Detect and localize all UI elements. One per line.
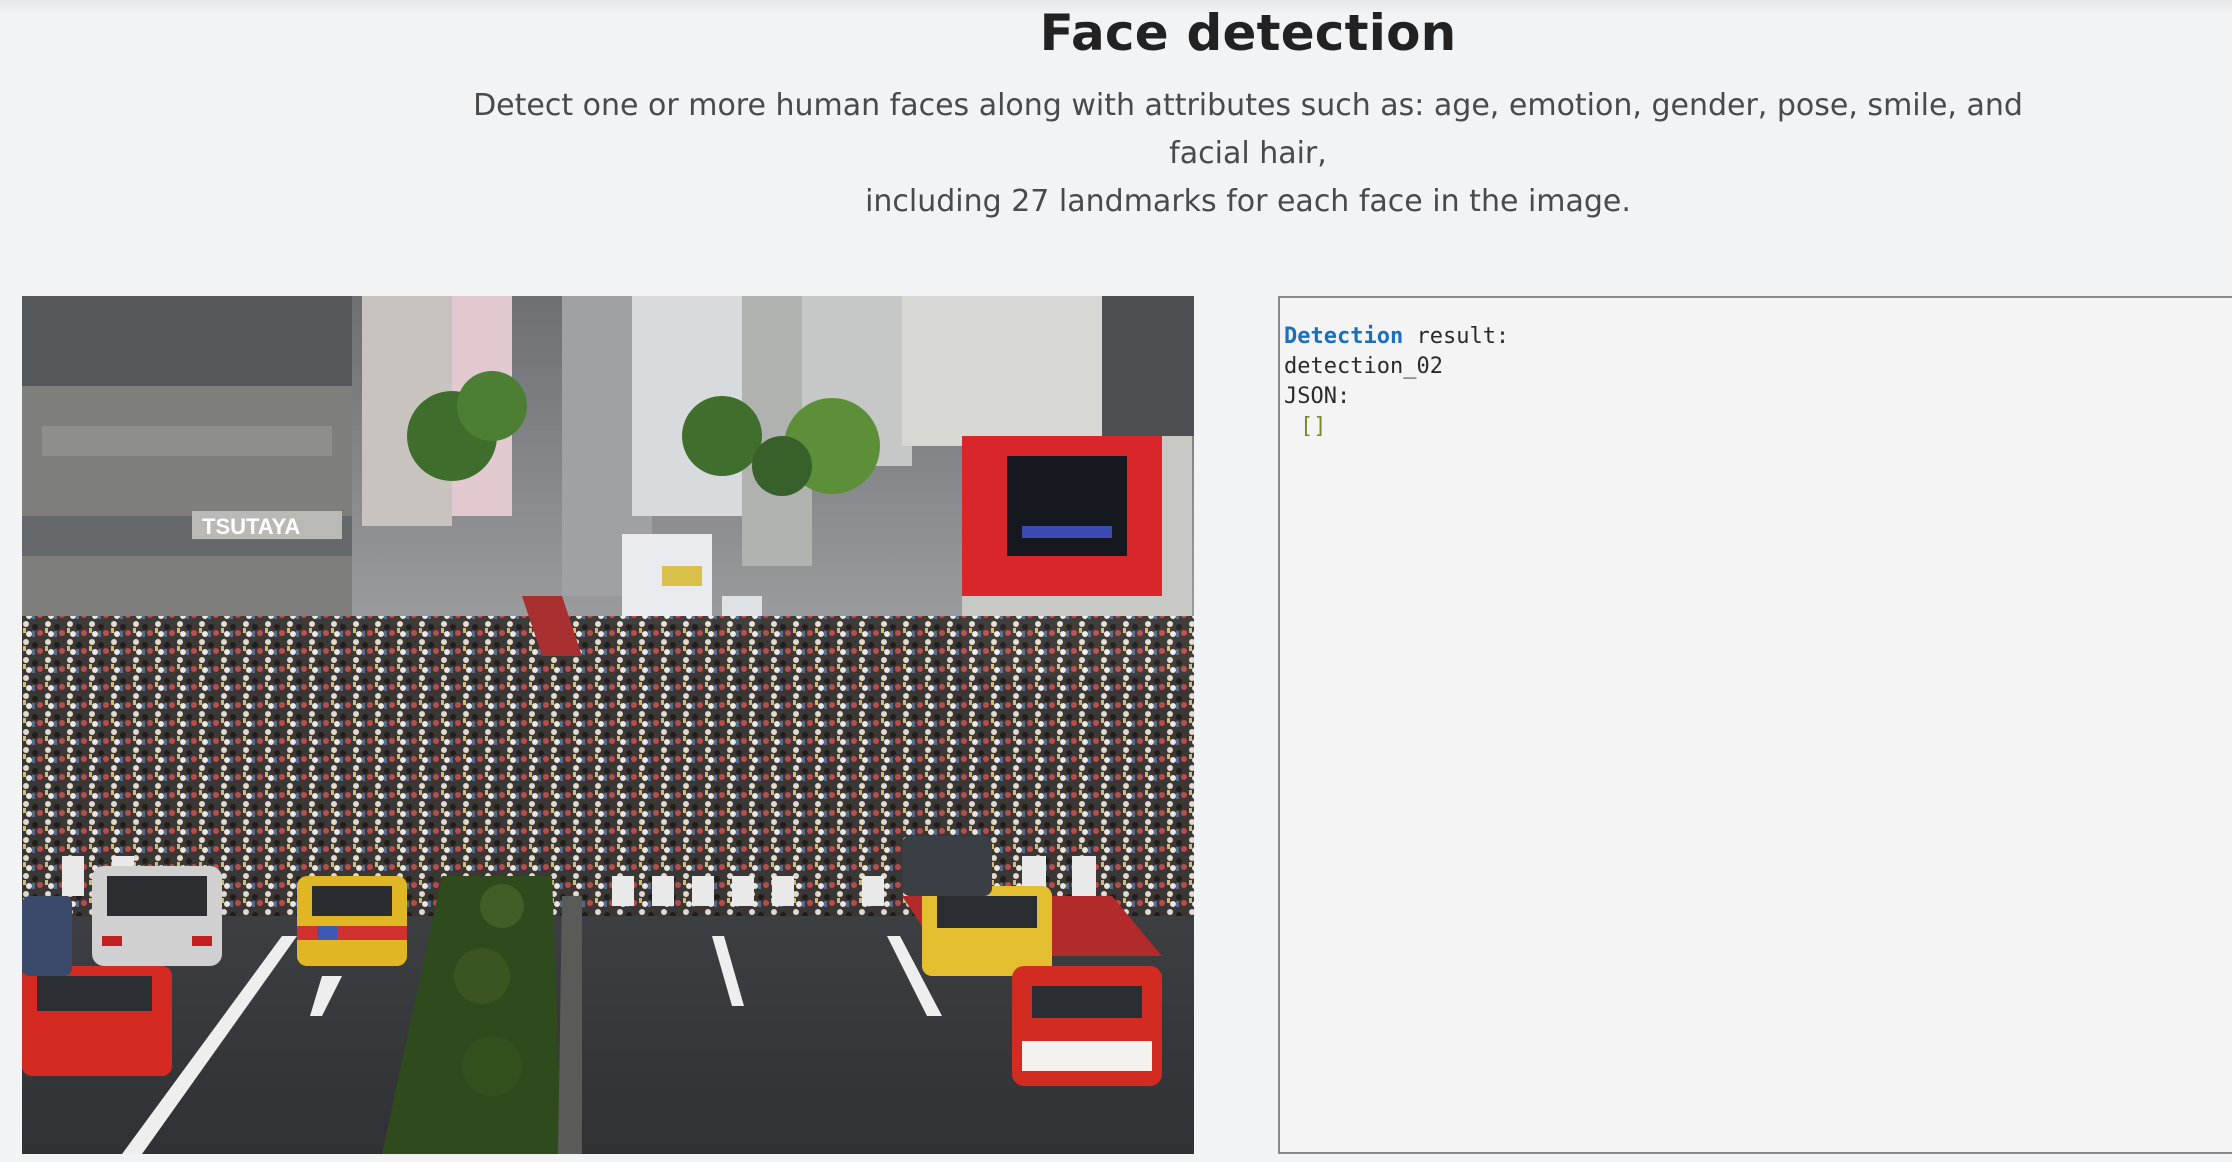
page-description: Detect one or more human faces along wit…	[430, 82, 2066, 226]
detection-model: detection_02	[1284, 354, 1443, 379]
detection-keyword: Detection	[1284, 324, 1404, 349]
detection-result-panel[interactable]: Detection result: detection_02 JSON: []	[1278, 296, 2232, 1154]
result-heading: Detection result:	[1284, 322, 2232, 352]
description-line-1: Detect one or more human faces along wit…	[473, 88, 2023, 171]
json-label: JSON:	[1284, 384, 1351, 409]
tsutaya-sign: TSUTAYA	[202, 514, 300, 539]
result-label: result:	[1403, 324, 1510, 349]
input-image: TSUTAYA	[22, 296, 1194, 1154]
page-title: Face detection	[1039, 4, 1457, 62]
street-crossing-photo: TSUTAYA	[22, 296, 1194, 1154]
json-output: []	[1300, 414, 1327, 439]
description-line-2: including 27 landmarks for each face in …	[865, 184, 1631, 219]
